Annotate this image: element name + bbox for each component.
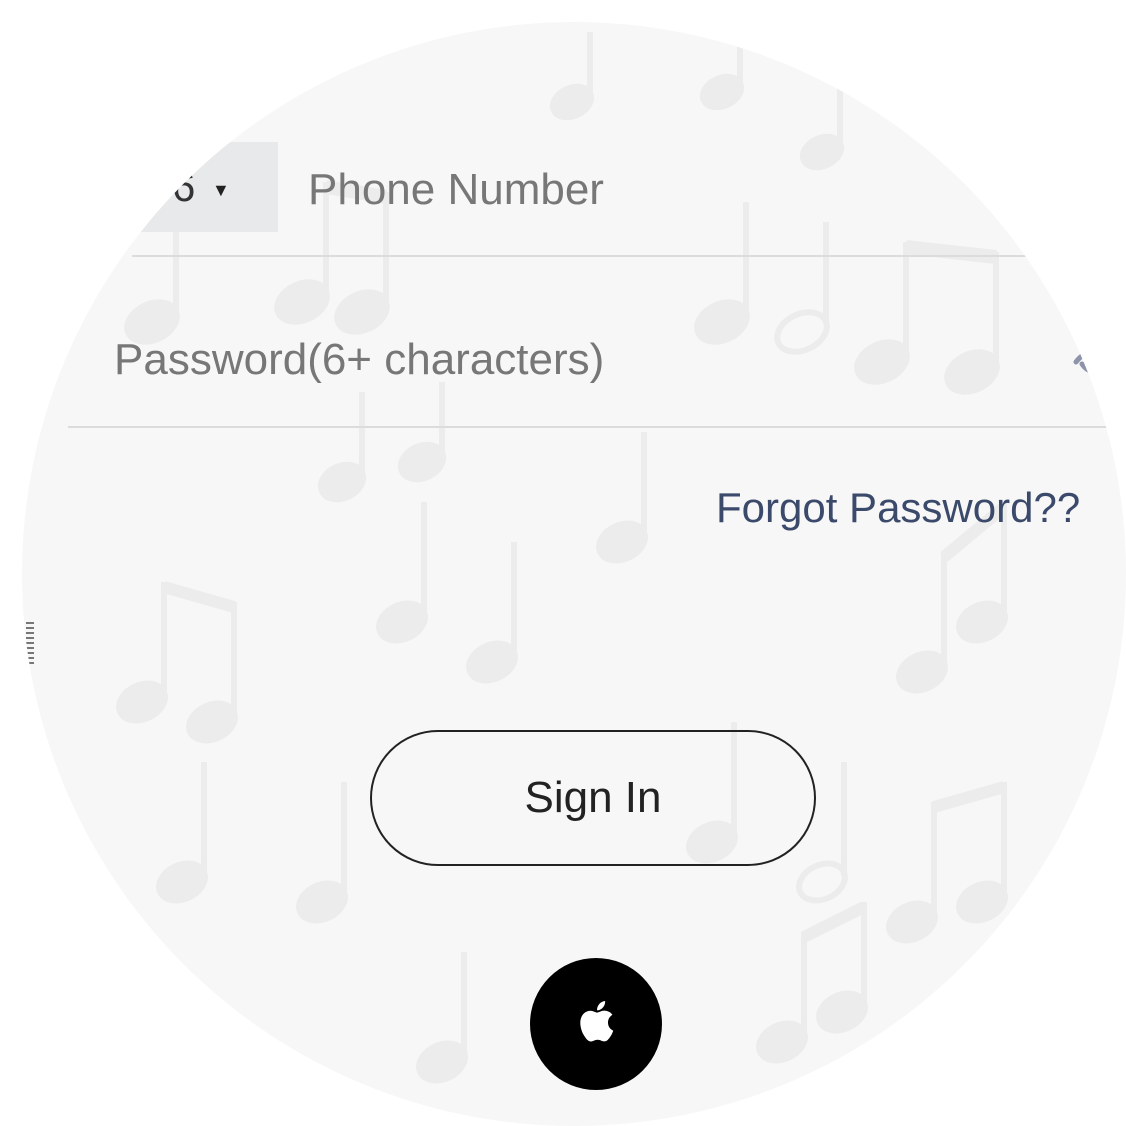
password-divider bbox=[68, 426, 1126, 428]
forgot-password-link[interactable]: Forgot Password?? bbox=[716, 484, 1080, 532]
country-code-text: 6 bbox=[172, 163, 196, 210]
sign-in-button[interactable]: Sign In bbox=[370, 730, 816, 866]
apple-sign-in-button[interactable] bbox=[530, 958, 662, 1090]
eye-toggle-icon[interactable] bbox=[1070, 340, 1114, 380]
apple-logo-icon bbox=[580, 1001, 614, 1042]
phone-divider bbox=[132, 255, 1082, 257]
watch-screen: 6 ▼ Forgot Password?? Sign In bbox=[22, 22, 1126, 1126]
phone-number-input[interactable] bbox=[308, 158, 1008, 222]
password-input[interactable] bbox=[114, 328, 974, 392]
caret-down-icon[interactable]: ▼ bbox=[212, 180, 230, 201]
scroll-indicator[interactable] bbox=[26, 622, 34, 666]
